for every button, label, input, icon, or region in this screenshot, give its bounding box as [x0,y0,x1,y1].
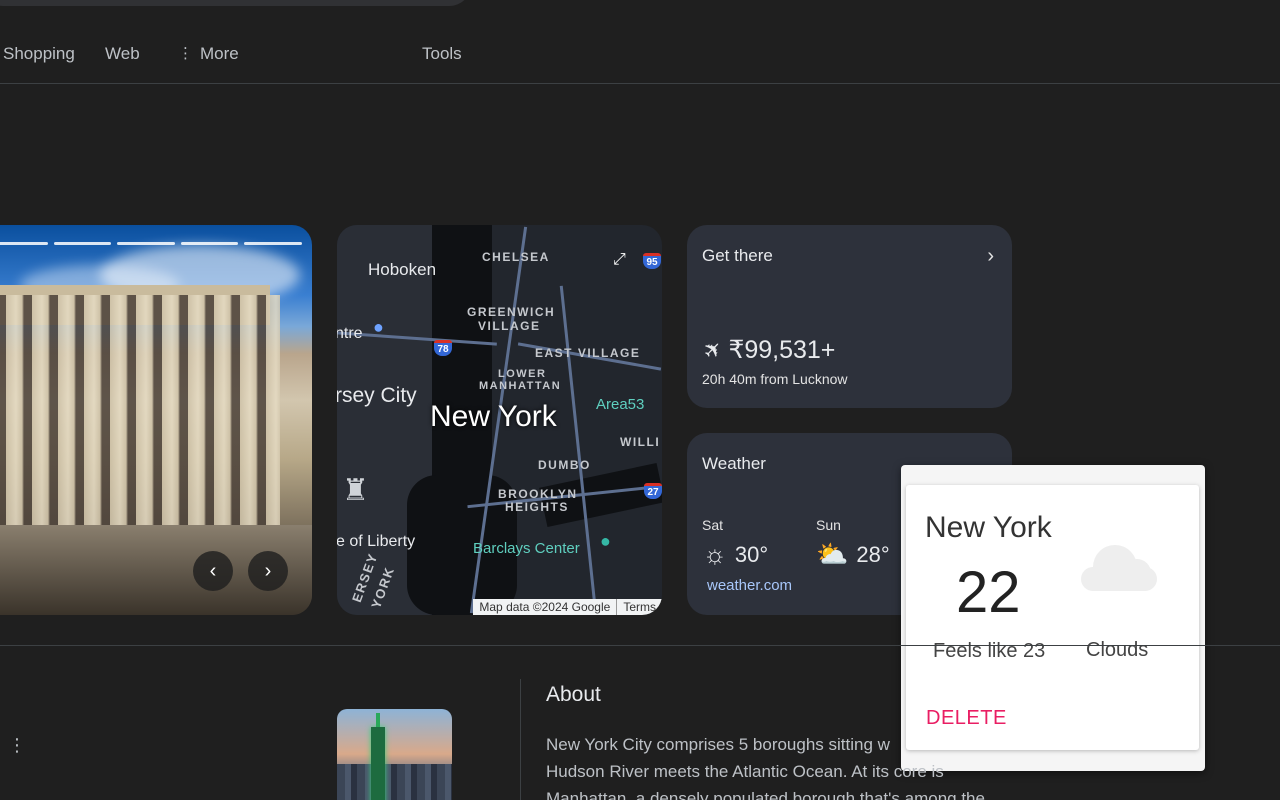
photo-carousel[interactable]: ‹ › [0,225,312,615]
temp-value: 28° [856,541,890,567]
map-city-label: New York [430,400,557,433]
about-line: New York City comprises 5 boroughs sitti… [546,735,890,754]
weather-popup-card: New York 22 Feels like 23 Clouds DELETE [906,485,1199,750]
section-divider [0,645,1280,646]
card-title: Get there [702,246,773,265]
more-vert-icon: ⋮ [178,45,193,62]
flight-duration: 20h 40m from Lucknow [702,371,848,387]
tools-button[interactable]: Tools [422,44,462,64]
map-label: CHELSEA [482,250,550,264]
vertical-divider [520,679,521,800]
carousel-progress [0,242,302,245]
city-thumbnail[interactable] [337,709,452,800]
map-label: LOWER [498,368,547,380]
sunny-icon: ☼ [703,539,727,569]
map-label: MANHATTAN [479,380,562,392]
about-line: Hudson River meets the Atlantic Ocean. A… [546,762,944,781]
interstate-shield: 78 [434,340,452,356]
more-options-icon[interactable]: ⋮ [8,735,26,756]
forecast-day: Sun [816,517,841,533]
map-card[interactable]: Hoboken CHELSEA GREENWICH VILLAGE EAST V… [337,225,662,615]
statue-of-liberty-icon[interactable]: ♜ [342,473,369,508]
popup-condition: Clouds [1086,639,1149,661]
interstate-shield: 95 [643,253,661,269]
search-bar[interactable] [0,0,472,6]
tab-shopping[interactable]: Shopping [3,44,75,64]
tab-web[interactable]: Web [105,44,140,64]
about-line: Manhattan, a densely populated borough t… [546,789,985,800]
map-label: rsey City [337,384,417,407]
tab-more-label: More [200,44,239,63]
carousel-next-button[interactable]: › [248,551,288,591]
map-label: Barclays Center [473,540,580,557]
popup-city: New York [925,511,1052,544]
map-data-credit: Map data ©2024 Google [479,600,611,614]
map-attribution: Map data ©2024 Google Terms [473,599,662,615]
map-label: VILLAGE [478,319,541,333]
popup-temperature: 22 [956,560,1021,625]
temp-value: 30° [734,541,769,567]
tabs-divider [0,83,1280,84]
map-terms-link[interactable]: Terms [616,599,662,615]
map-label: DUMBO [538,458,591,472]
interstate-shield: 27 [644,483,662,499]
flight-price: ✈ ₹99,531+ [698,334,836,365]
map-label: HEIGHTS [505,500,569,514]
landmark-pin-icon[interactable]: ● [600,531,611,552]
thumb-tower [371,713,385,800]
map-label: BROOKLYN [498,487,578,501]
chevron-right-icon: › [264,559,272,582]
map-label: Area53 [596,396,645,413]
thumb-buildings [337,764,452,800]
progress-segment [180,242,239,245]
popup-feels-like: Feels like 23 [933,640,1046,662]
partly-cloudy-icon: ⛅ [816,539,849,569]
expand-map-icon[interactable]: ⤢ [613,251,635,273]
map-label: GREENWICH [467,305,556,319]
map-label: e of Liberty [337,533,416,550]
chevron-right-icon[interactable]: › [987,245,994,268]
airplane-icon: ✈ [697,334,729,366]
progress-segment [117,242,175,245]
delete-button[interactable]: DELETE [926,707,1007,730]
weather-extension-popup: New York 22 Feels like 23 Clouds DELETE [901,465,1205,771]
photo-facade [0,295,280,555]
cloud-icon [1081,545,1157,593]
map-label: WILLI [620,435,661,449]
forecast-day: Sat [702,517,724,533]
tab-more[interactable]: ⋮ More [178,44,239,64]
map-road [559,285,598,615]
progress-segment [0,242,48,245]
map-label: Hoboken [368,260,437,279]
map-label: EAST VILLAGE [535,346,641,360]
price-value: ₹99,531+ [728,336,836,364]
about-description: New York City comprises 5 boroughs sitti… [546,731,1016,800]
about-heading: About [546,683,601,706]
carousel-prev-button[interactable]: ‹ [193,551,233,591]
forecast-temp: ☼ 30° [703,539,768,570]
shopping-pin-icon[interactable]: ● [373,317,384,338]
map-label: ntre [337,325,363,342]
forecast-temp: ⛅ 28° [816,539,890,570]
get-there-card[interactable]: Get there › ✈ ₹99,531+ 20h 40m from Luck… [687,225,1012,408]
card-title: Weather [702,454,766,473]
chevron-left-icon: ‹ [209,559,217,582]
progress-segment [53,242,112,245]
search-tabs: Shopping Web ⋮ More Tools [0,44,1280,68]
progress-segment [244,242,302,245]
weather-source-link[interactable]: weather.com [707,577,792,594]
